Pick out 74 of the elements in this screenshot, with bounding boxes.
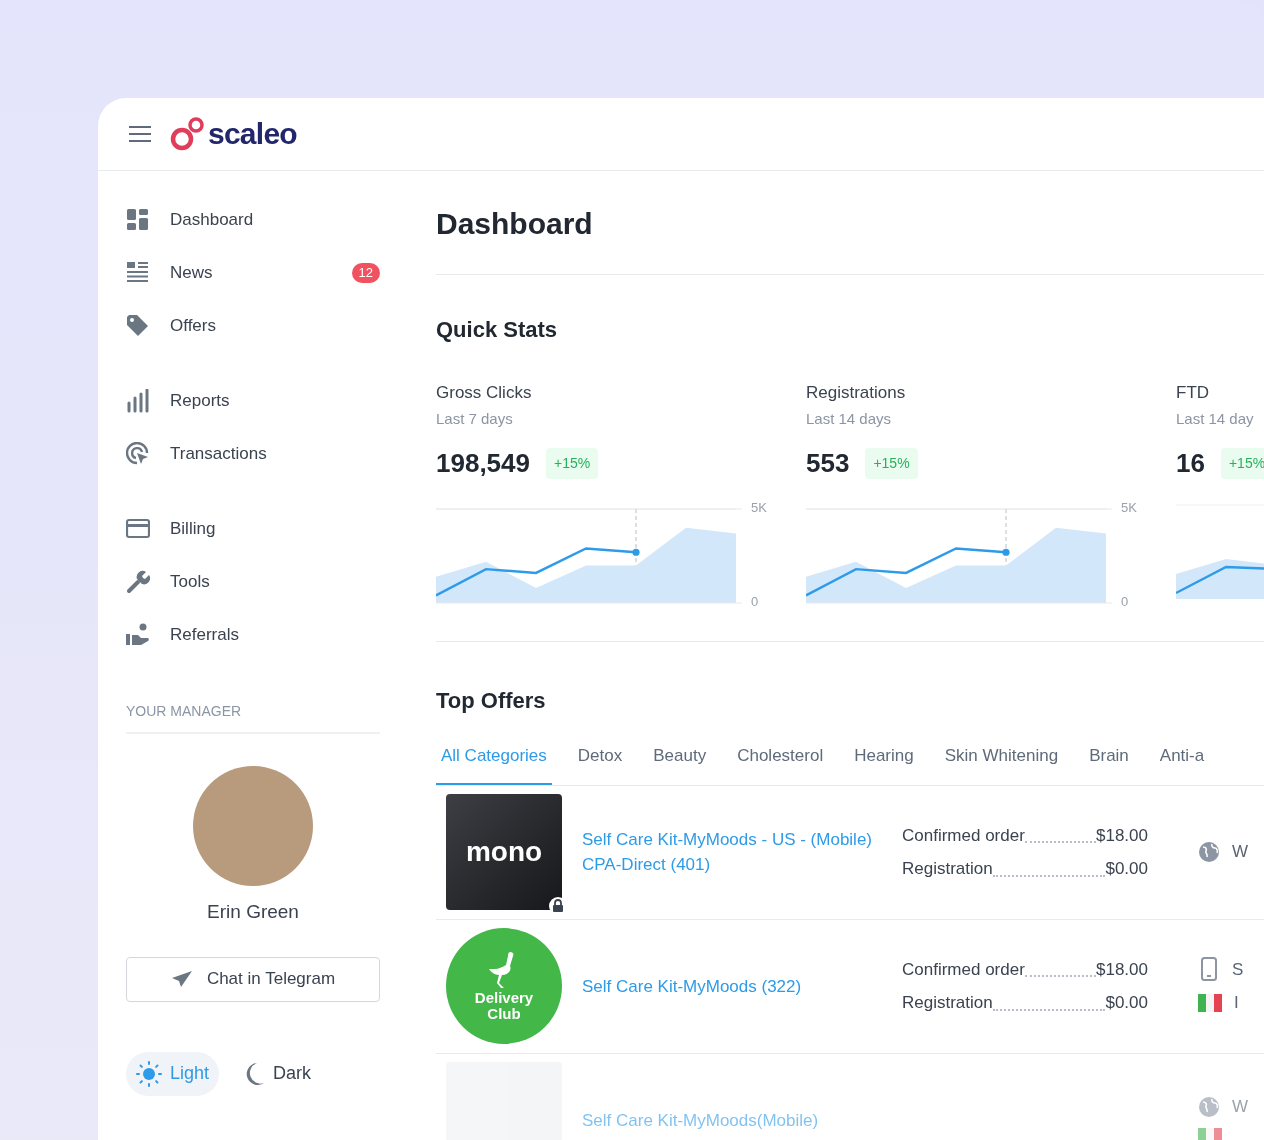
payout-amount: $0.00 — [1105, 992, 1148, 1014]
sidebar-link[interactable]: Transactions — [170, 440, 380, 467]
target-label: I — [1234, 992, 1239, 1014]
y-tick-label: 0 — [1121, 594, 1129, 610]
sidebar-link[interactable]: Referrals — [170, 621, 380, 648]
payout-label: Registration — [902, 858, 993, 880]
target-label: W — [1232, 1096, 1249, 1119]
logo-text: mono — [465, 835, 543, 869]
stat-period: Last 14 day — [1176, 408, 1255, 429]
sidebar-link[interactable]: Reports — [170, 387, 380, 414]
logo-icon — [170, 116, 206, 152]
payout-amount: $18.00 — [1096, 824, 1148, 847]
offer-link[interactable]: Self Care Kit-MyMoods (322) — [582, 973, 882, 999]
section-heading: YOUR MANAGER — [126, 701, 380, 734]
target-label: W — [1232, 841, 1249, 864]
menu-icon[interactable] — [128, 125, 152, 143]
tag-icon — [126, 313, 150, 338]
category-tab[interactable]: Anti-a — [1154, 743, 1210, 785]
sidebar-link[interactable]: News — [170, 259, 352, 286]
sidebar-link[interactable]: Billing — [170, 515, 380, 542]
credit-card-icon — [126, 516, 150, 541]
payout-label: Registration — [902, 992, 993, 1014]
category-tab[interactable]: All Categories — [436, 743, 552, 785]
category-tab[interactable]: Brain — [1084, 743, 1134, 785]
logo-text: Delivery Club — [473, 990, 535, 1022]
stat-period: Last 7 days — [436, 408, 514, 429]
bar-chart-icon — [126, 388, 150, 413]
payout-amount: $0.00 — [1105, 858, 1148, 880]
chat-button[interactable]: Chat in Telegram — [126, 956, 380, 1002]
stat-label: Registrations — [806, 382, 907, 404]
flag-icon — [1198, 993, 1222, 1012]
dashboard-icon — [126, 207, 150, 232]
y-tick-label: 0 — [751, 594, 759, 610]
category-tab[interactable]: Detox — [572, 743, 628, 785]
logo-text: scaleo — [208, 119, 297, 149]
stat-value: 16 — [1176, 447, 1205, 480]
theme-dark-button[interactable]: Dark — [233, 1051, 322, 1096]
sidebar-link[interactable]: Offers — [170, 312, 380, 339]
category-tab[interactable]: Beauty — [648, 743, 712, 785]
flag-icon — [1198, 1127, 1222, 1140]
category-tab[interactable]: Skin Whitening — [939, 743, 1064, 785]
category-tab[interactable]: Hearing — [849, 743, 919, 785]
change-badge: +15% — [546, 448, 599, 479]
section-title: Quick Stats — [436, 316, 559, 344]
sun-icon — [136, 1060, 162, 1087]
wrench-icon — [126, 569, 150, 594]
payout-label: Confirmed order — [902, 958, 1025, 981]
stat-value: 198,549 — [436, 447, 530, 480]
globe-icon — [1198, 841, 1220, 863]
y-tick-label: 5K — [751, 500, 768, 516]
target-label: S — [1232, 958, 1244, 981]
change-badge: +15% — [1220, 448, 1264, 479]
stat-label: FTD — [1176, 382, 1211, 404]
manager-name: Erin Green — [207, 900, 299, 924]
stat-value: 553 — [806, 447, 850, 480]
stat-label: Gross Clicks — [436, 382, 533, 404]
offer-link[interactable]: Self Care Kit-MyMoods - US - (Mobile) CPA-Direct (401) — [582, 827, 882, 877]
list-icon — [126, 260, 150, 285]
payout-label: Confirmed order — [902, 824, 1025, 847]
send-icon — [170, 970, 193, 988]
count-badge: 12 — [351, 262, 380, 283]
globe-icon — [1198, 1096, 1220, 1118]
sidebar-link[interactable]: Tools — [170, 568, 380, 595]
payout-amount: $18.00 — [1096, 958, 1148, 981]
phone-icon — [1198, 957, 1220, 982]
sidebar-link[interactable]: Dashboard — [170, 206, 380, 233]
change-badge: +15% — [865, 448, 918, 479]
section-title: Top Offers — [436, 687, 547, 715]
y-tick-label: 5K — [1121, 500, 1138, 516]
stat-period: Last 14 days — [806, 408, 893, 429]
page-title: Dashboard — [436, 201, 1264, 275]
target-cursor-icon — [126, 441, 150, 466]
category-tab[interactable]: Cholesterol — [732, 743, 829, 785]
referral-icon — [126, 622, 150, 647]
